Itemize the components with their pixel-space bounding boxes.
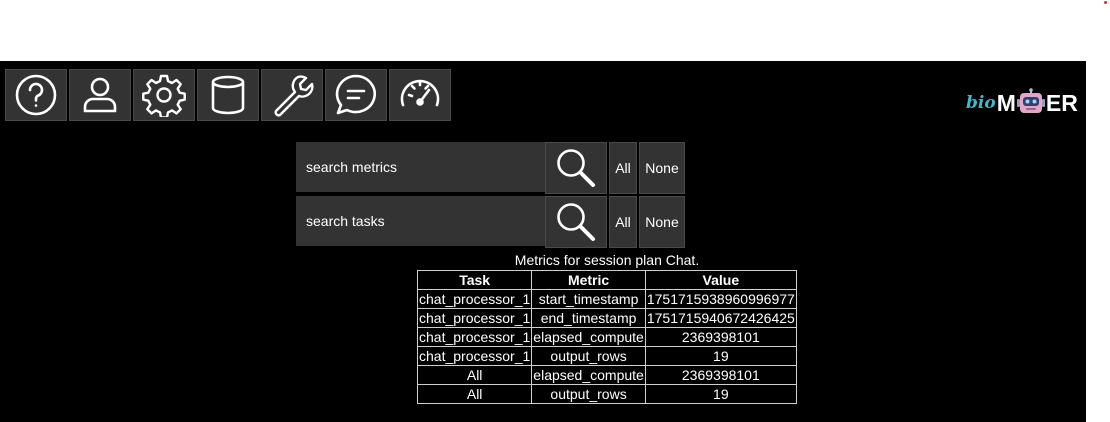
chat-icon bbox=[335, 74, 376, 115]
metrics-table: Task Metric Value chat_processor_1 start… bbox=[416, 270, 797, 404]
value-cell: 19 bbox=[644, 384, 797, 404]
task-cell: chat_processor_1 bbox=[416, 346, 533, 366]
user-icon bbox=[83, 77, 117, 113]
metric-cell: elapsed_compute bbox=[531, 365, 646, 385]
task-select-all-button[interactable]: All bbox=[609, 196, 637, 248]
table-row: chat_processor_1 elapsed_compute 2369398… bbox=[416, 327, 797, 347]
settings-button[interactable] bbox=[133, 69, 195, 121]
metric-search-input[interactable] bbox=[296, 142, 545, 192]
task-search-row: All None bbox=[296, 196, 685, 248]
wrench-icon bbox=[274, 75, 314, 117]
task-cell: All bbox=[416, 384, 533, 404]
corner-dot bbox=[1104, 1, 1107, 4]
help-icon bbox=[15, 74, 57, 116]
value-cell: 2369398101 bbox=[644, 365, 797, 385]
metric-cell: output_rows bbox=[531, 384, 646, 404]
task-search-input[interactable] bbox=[296, 196, 545, 246]
metric-search-row: All None bbox=[296, 142, 685, 194]
table-caption: Metrics for session plan Chat. bbox=[514, 252, 700, 268]
performance-button[interactable] bbox=[389, 69, 451, 121]
table-row: All elapsed_compute 2369398101 bbox=[416, 365, 797, 385]
toolbar bbox=[5, 69, 453, 123]
database-icon bbox=[211, 75, 245, 115]
tools-button[interactable] bbox=[261, 69, 323, 121]
logo-text-left: M bbox=[996, 89, 1016, 116]
app-panel: bio M ER All None bbox=[0, 61, 1086, 422]
column-header-metric: Metric bbox=[531, 270, 646, 290]
biomoer-logo: bio M ER bbox=[966, 88, 1078, 118]
metric-cell: start_timestamp bbox=[531, 289, 646, 309]
user-button[interactable] bbox=[69, 69, 131, 121]
logo-prefix: bio bbox=[966, 93, 996, 113]
task-search-button[interactable] bbox=[545, 196, 607, 248]
column-header-value: Value bbox=[644, 270, 797, 290]
value-cell: 1751715940672426425 bbox=[644, 308, 797, 328]
chat-button[interactable] bbox=[325, 69, 387, 121]
metric-cell: output_rows bbox=[531, 346, 646, 366]
table-header-row: Task Metric Value bbox=[416, 270, 797, 290]
task-select-none-button[interactable]: None bbox=[639, 196, 685, 248]
table-row: All output_rows 19 bbox=[416, 384, 797, 404]
metric-search-button[interactable] bbox=[545, 142, 607, 194]
search-icon bbox=[557, 203, 595, 241]
logo-text-right: ER bbox=[1045, 89, 1078, 116]
task-cell: chat_processor_1 bbox=[416, 308, 533, 328]
value-cell: 2369398101 bbox=[644, 327, 797, 347]
column-header-task: Task bbox=[416, 270, 533, 290]
table-row: chat_processor_1 start_timestamp 1751715… bbox=[416, 289, 797, 309]
metric-cell: end_timestamp bbox=[531, 308, 646, 328]
value-cell: 1751715938960996977 bbox=[644, 289, 797, 309]
task-cell: chat_processor_1 bbox=[416, 327, 533, 347]
task-cell: chat_processor_1 bbox=[416, 289, 533, 309]
robot-icon bbox=[1016, 88, 1045, 113]
database-button[interactable] bbox=[197, 69, 259, 121]
help-button[interactable] bbox=[5, 69, 67, 121]
speedometer-icon bbox=[400, 79, 440, 107]
value-cell: 19 bbox=[644, 346, 797, 366]
metric-select-none-button[interactable]: None bbox=[639, 142, 685, 194]
metric-cell: elapsed_compute bbox=[531, 327, 646, 347]
gear-icon bbox=[142, 74, 186, 117]
task-cell: All bbox=[416, 365, 533, 385]
metric-select-all-button[interactable]: All bbox=[609, 142, 637, 194]
table-row: chat_processor_1 end_timestamp 175171594… bbox=[416, 308, 797, 328]
table-row: chat_processor_1 output_rows 19 bbox=[416, 346, 797, 366]
search-icon bbox=[557, 149, 595, 187]
